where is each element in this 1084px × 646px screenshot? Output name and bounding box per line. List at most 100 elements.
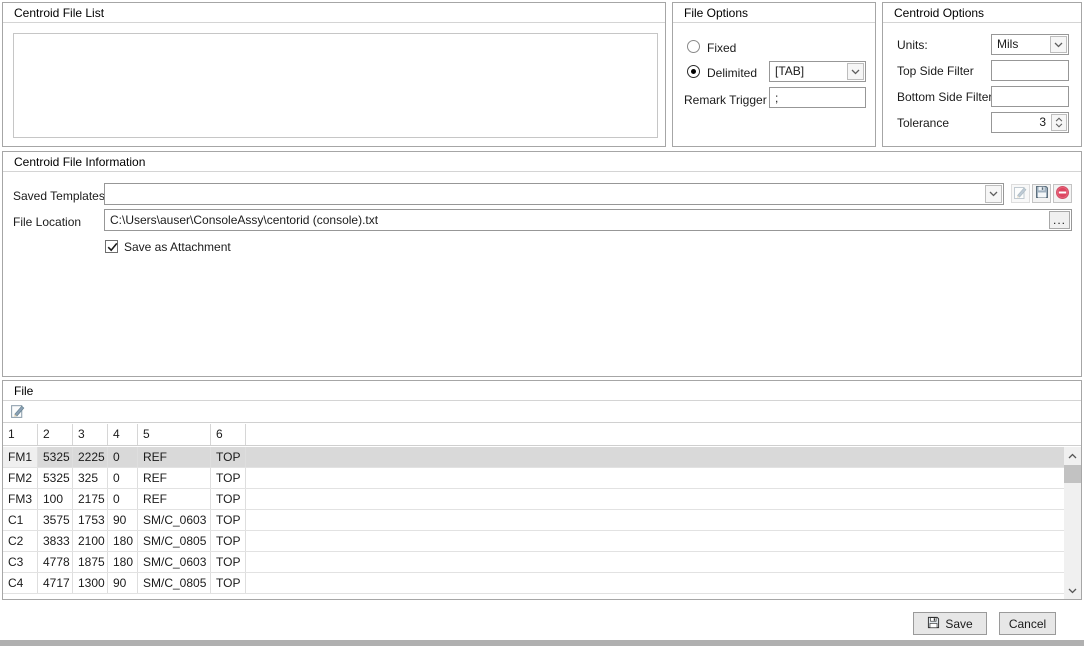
scroll-down-icon[interactable] <box>1064 582 1081 599</box>
file-preview-title: File <box>3 381 1081 401</box>
save-template-button[interactable] <box>1032 184 1051 203</box>
table-cell[interactable]: FM1 <box>3 447 38 467</box>
table-cell[interactable]: TOP <box>211 489 246 509</box>
table-cell[interactable]: C4 <box>3 573 38 593</box>
units-value: Mils <box>997 35 1018 54</box>
units-dropdown[interactable]: Mils <box>991 34 1069 55</box>
pencil-page-icon <box>10 403 26 422</box>
file-location-input[interactable]: C:\Users\auser\ConsoleAssy\centorid (con… <box>104 209 1072 231</box>
table-cell[interactable]: 1753 <box>73 510 108 530</box>
table-row[interactable]: FM1532522250REFTOP <box>3 447 1064 468</box>
delimiter-dropdown[interactable]: [TAB] <box>769 61 866 82</box>
column-header[interactable]: 5 <box>138 424 211 445</box>
table-cell[interactable]: 4778 <box>38 552 73 572</box>
table-cell[interactable]: 90 <box>108 573 138 593</box>
table-cell[interactable]: C3 <box>3 552 38 572</box>
table-cell[interactable]: 0 <box>108 447 138 467</box>
delete-template-button[interactable] <box>1053 184 1072 203</box>
centroid-file-list-panel: Centroid File List <box>2 2 666 147</box>
edit-file-button[interactable] <box>8 403 27 422</box>
save-as-attachment-label[interactable]: Save as Attachment <box>124 240 231 254</box>
fixed-radio-label[interactable]: Fixed <box>707 41 736 55</box>
save-button-label: Save <box>945 617 972 631</box>
cancel-button[interactable]: Cancel <box>999 612 1056 635</box>
table-cell[interactable]: TOP <box>211 573 246 593</box>
window-bottom-edge <box>0 640 1084 646</box>
save-button[interactable]: Save <box>913 612 987 635</box>
table-row[interactable]: FM253253250REFTOP <box>3 468 1064 489</box>
table-cell[interactable]: REF <box>138 489 211 509</box>
units-label: Units: <box>897 38 928 52</box>
scroll-up-icon[interactable] <box>1064 447 1081 464</box>
table-cell[interactable]: 90 <box>108 510 138 530</box>
table-row[interactable]: C347781875180SM/C_0603TOP <box>3 552 1064 573</box>
table-cell[interactable]: SM/C_0603 <box>138 552 211 572</box>
table-cell[interactable]: TOP <box>211 447 246 467</box>
edit-template-button[interactable] <box>1011 184 1030 203</box>
delimited-radio[interactable] <box>687 65 700 78</box>
remark-trigger-input[interactable]: ; <box>769 87 866 108</box>
tolerance-stepper[interactable]: 3 <box>991 112 1069 133</box>
table-cell[interactable]: 4717 <box>38 573 73 593</box>
table-cell[interactable]: 180 <box>108 531 138 551</box>
file-location-label: File Location <box>13 215 81 229</box>
table-cell[interactable]: 2175 <box>73 489 108 509</box>
bottom-side-filter-label: Bottom Side Filter <box>897 90 992 104</box>
cancel-button-label: Cancel <box>1009 617 1046 631</box>
column-header[interactable]: 3 <box>73 424 108 445</box>
table-cell[interactable]: SM/C_0805 <box>138 531 211 551</box>
column-header[interactable]: 6 <box>211 424 246 445</box>
stepper-arrows-icon[interactable] <box>1051 114 1067 131</box>
table-row[interactable]: C44717130090SM/C_0805TOP <box>3 573 1064 594</box>
fixed-radio[interactable] <box>687 40 700 53</box>
table-header-row: 123456 <box>3 424 1081 446</box>
chevron-down-icon[interactable] <box>847 63 864 80</box>
saved-templates-dropdown[interactable] <box>104 183 1004 205</box>
table-cell[interactable]: REF <box>138 447 211 467</box>
column-header[interactable]: 2 <box>38 424 73 445</box>
browse-button[interactable]: ... <box>1049 211 1070 229</box>
table-cell[interactable]: REF <box>138 468 211 488</box>
table-cell[interactable]: TOP <box>211 531 246 551</box>
chevron-down-icon[interactable] <box>1050 36 1067 53</box>
table-scrollbar[interactable] <box>1064 447 1081 599</box>
table-cell[interactable]: 0 <box>108 468 138 488</box>
table-cell[interactable]: TOP <box>211 552 246 572</box>
table-cell[interactable]: 100 <box>38 489 73 509</box>
table-cell[interactable]: 1875 <box>73 552 108 572</box>
table-cell[interactable]: 3575 <box>38 510 73 530</box>
tolerance-value: 3 <box>1039 113 1046 132</box>
scrollbar-thumb[interactable] <box>1064 465 1081 483</box>
save-as-attachment-checkbox[interactable] <box>105 240 118 253</box>
bottom-side-filter-input[interactable] <box>991 86 1069 107</box>
table-cell[interactable]: FM2 <box>3 468 38 488</box>
table-cell[interactable]: SM/C_0805 <box>138 573 211 593</box>
table-row[interactable]: C238332100180SM/C_0805TOP <box>3 531 1064 552</box>
table-cell[interactable]: 3833 <box>38 531 73 551</box>
table-cell[interactable]: 0 <box>108 489 138 509</box>
centroid-dialog: Centroid File List File Options Fixed De… <box>0 0 1084 646</box>
table-cell[interactable]: C1 <box>3 510 38 530</box>
table-row[interactable]: C13575175390SM/C_0603TOP <box>3 510 1064 531</box>
table-cell[interactable]: 325 <box>73 468 108 488</box>
table-cell-filler <box>246 489 1064 509</box>
delimited-radio-label[interactable]: Delimited <box>707 66 757 80</box>
table-cell[interactable]: FM3 <box>3 489 38 509</box>
table-cell[interactable]: TOP <box>211 468 246 488</box>
table-cell[interactable]: 5325 <box>38 447 73 467</box>
table-cell[interactable]: 5325 <box>38 468 73 488</box>
top-side-filter-input[interactable] <box>991 60 1069 81</box>
centroid-file-listbox[interactable] <box>13 33 658 138</box>
table-cell[interactable]: 180 <box>108 552 138 572</box>
column-header[interactable]: 1 <box>3 424 38 445</box>
table-cell[interactable]: 1300 <box>73 573 108 593</box>
table-cell[interactable]: 2225 <box>73 447 108 467</box>
table-cell[interactable]: SM/C_0603 <box>138 510 211 530</box>
table-cell[interactable]: C2 <box>3 531 38 551</box>
table-cell[interactable]: 2100 <box>73 531 108 551</box>
table-cell[interactable]: TOP <box>211 510 246 530</box>
centroid-file-info-panel: Centroid File Information Saved Template… <box>2 151 1082 377</box>
table-row[interactable]: FM310021750REFTOP <box>3 489 1064 510</box>
chevron-down-icon[interactable] <box>985 185 1002 203</box>
column-header[interactable]: 4 <box>108 424 138 445</box>
